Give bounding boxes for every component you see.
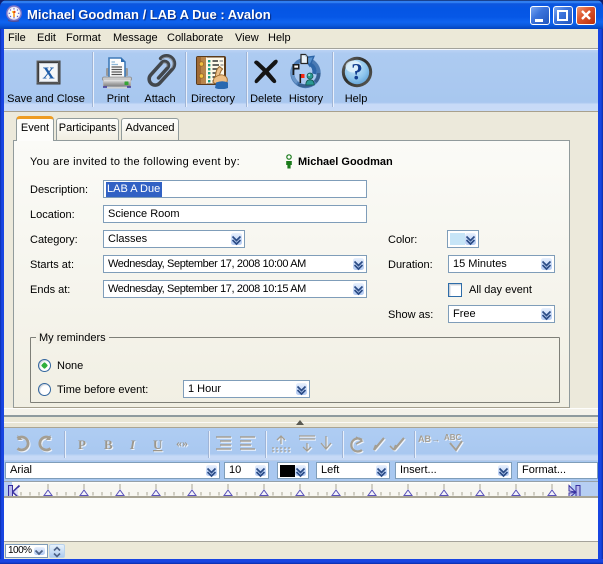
- svg-text:ABC: ABC: [444, 433, 462, 442]
- svg-text:?: ?: [351, 60, 363, 85]
- svg-text:P: P: [78, 437, 86, 452]
- svg-text:I: I: [129, 437, 136, 452]
- svg-text:«»: «»: [176, 436, 188, 450]
- svg-text:X: X: [42, 64, 55, 83]
- svg-text:B: B: [104, 437, 113, 452]
- svg-text:AB→: AB→: [418, 434, 440, 444]
- svg-text:U: U: [153, 437, 163, 452]
